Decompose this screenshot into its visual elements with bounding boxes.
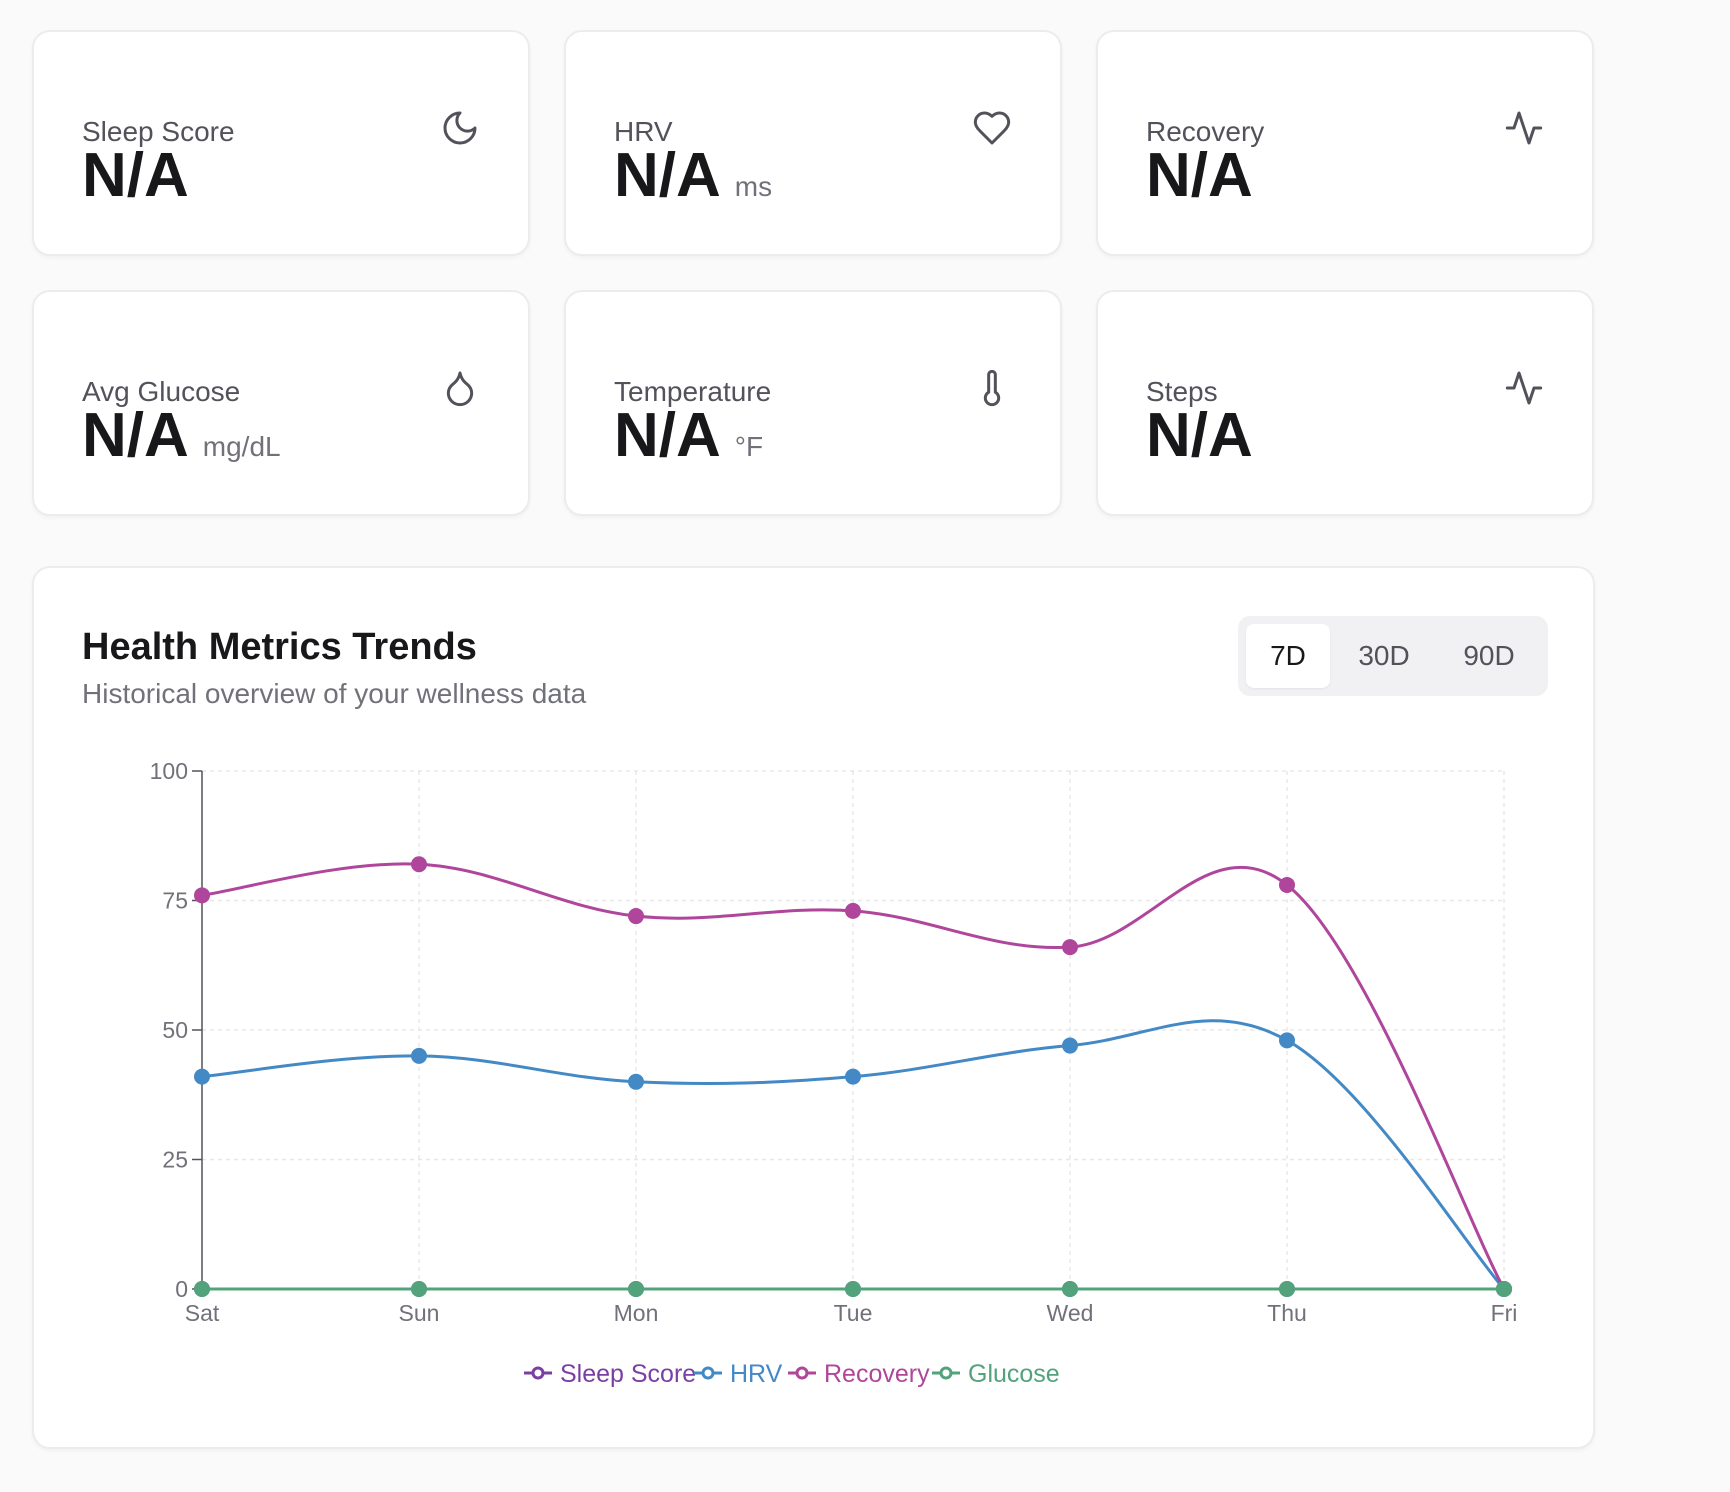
data-point-glucose — [845, 1281, 861, 1297]
data-point-hrv — [194, 1068, 210, 1085]
y-tick-label: 100 — [150, 758, 188, 784]
data-point-hrv — [1062, 1037, 1078, 1054]
health-trends-card: Health Metrics Trends Historical overvie… — [32, 566, 1595, 1449]
data-point-hrv — [1279, 1032, 1295, 1049]
x-tick-label: Sat — [185, 1300, 220, 1326]
data-point-hrv — [411, 1047, 427, 1064]
activity-icon — [1504, 108, 1544, 148]
x-tick-label: Fri — [1491, 1300, 1518, 1326]
legend-label-glucose: Glucose — [968, 1360, 1060, 1388]
metric-card-avg-glucose: Avg Glucose N/A mg/dL — [32, 290, 530, 516]
metric-card-steps: Steps N/A — [1096, 290, 1594, 516]
metric-value: N/A °F — [614, 401, 764, 470]
data-point-glucose — [1496, 1281, 1512, 1297]
x-tick-label: Tue — [834, 1300, 873, 1326]
metric-value: N/A ms — [614, 141, 773, 210]
data-point-glucose — [411, 1281, 427, 1297]
data-point-recovery — [194, 887, 210, 904]
metric-value: N/A — [1146, 401, 1253, 470]
metric-card-temperature: Temperature N/A °F — [564, 290, 1062, 516]
legend-label-sleep-score: Sleep Score — [560, 1360, 696, 1388]
y-tick-label: 50 — [162, 1017, 188, 1043]
legend-marker-hrv — [701, 1366, 715, 1380]
metric-value: N/A — [1146, 141, 1253, 210]
data-point-glucose — [628, 1281, 644, 1297]
x-tick-label: Mon — [614, 1300, 659, 1326]
y-tick-label: 25 — [162, 1147, 188, 1173]
legend-marker-recovery — [795, 1366, 809, 1380]
legend-marker-glucose — [939, 1366, 953, 1380]
data-point-hrv — [628, 1073, 644, 1090]
y-tick-label: 0 — [175, 1276, 188, 1302]
droplet-icon — [440, 368, 480, 408]
metric-card-sleep-score: Sleep Score N/A — [32, 30, 530, 256]
data-point-recovery — [845, 902, 861, 919]
x-tick-label: Thu — [1267, 1300, 1307, 1326]
data-point-glucose — [1062, 1281, 1078, 1297]
data-point-glucose — [194, 1281, 210, 1297]
metric-card-hrv: HRV N/A ms — [564, 30, 1062, 256]
metric-unit: mg/dL — [202, 431, 281, 462]
y-tick-label: 75 — [162, 888, 188, 914]
thermometer-icon — [972, 368, 1012, 408]
legend-label-hrv: HRV — [730, 1360, 783, 1388]
x-tick-label: Wed — [1047, 1300, 1094, 1326]
metric-unit: ms — [734, 171, 773, 202]
data-point-recovery — [628, 908, 644, 925]
data-point-recovery — [411, 856, 427, 873]
metric-value: N/A — [82, 141, 189, 210]
health-trends-chart: 0 25 50 75 100 Sat Sun Mon Tue Wed Thu Fri Sleep Sco… — [150, 758, 1518, 1388]
metric-card-recovery: Recovery N/A — [1096, 30, 1594, 256]
metric-unit: °F — [734, 431, 764, 462]
activity-icon — [1504, 368, 1544, 408]
heart-icon — [972, 108, 1012, 148]
legend-marker-sleep-score — [531, 1366, 545, 1380]
data-point-hrv — [845, 1068, 861, 1085]
x-tick-label: Sun — [399, 1300, 440, 1326]
data-point-recovery — [1062, 939, 1078, 956]
moon-icon — [440, 108, 480, 148]
legend-label-recovery: Recovery — [824, 1360, 930, 1388]
data-point-glucose — [1279, 1281, 1295, 1297]
data-point-recovery — [1279, 876, 1295, 893]
metric-value: N/A mg/dL — [82, 401, 281, 470]
